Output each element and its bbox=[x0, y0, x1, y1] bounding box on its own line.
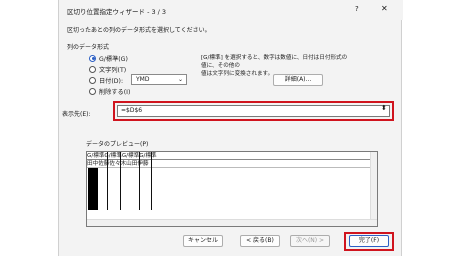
preview-data-row: 田中佐藤佐々木山田伊藤 bbox=[87, 160, 377, 168]
instruction-text: 区切ったあとの列のデータ形式を選択してください。 bbox=[67, 27, 211, 34]
next-button[interactable]: 次へ(N) > bbox=[290, 235, 330, 247]
advanced-button[interactable]: 詳細(A)... bbox=[273, 74, 323, 86]
column-format-title: 列のデータ形式 bbox=[67, 44, 110, 51]
radio-general[interactable]: G/標準(G) bbox=[89, 53, 128, 63]
radio-general-label: G/標準(G) bbox=[99, 55, 128, 63]
date-format-value: YMD bbox=[136, 76, 150, 83]
back-button[interactable]: < 戻る(B) bbox=[240, 235, 280, 247]
preview-column-divider bbox=[107, 152, 108, 210]
cancel-button[interactable]: キャンセル bbox=[183, 235, 223, 247]
radio-skip-label: 削除する(I) bbox=[99, 88, 131, 96]
preview-column-divider bbox=[120, 152, 121, 210]
radio-text[interactable]: 文字列(T) bbox=[89, 64, 126, 74]
radio-button-date[interactable] bbox=[89, 76, 96, 84]
destination-input[interactable]: =$D$6 bbox=[117, 105, 390, 117]
radio-date[interactable]: 日付(D): bbox=[89, 75, 123, 85]
finish-button[interactable]: 完了(F) bbox=[349, 235, 389, 247]
title-bar: 区切り位置指定ウィザード - 3 / 3 ? ✕ bbox=[59, 0, 403, 20]
preview-column-divider bbox=[139, 152, 140, 210]
preview-label: データのプレビュー(P) bbox=[86, 141, 149, 148]
radio-date-label: 日付(D): bbox=[99, 77, 124, 85]
radio-button-skip[interactable] bbox=[89, 87, 96, 95]
chevron-down-icon: ⌄ bbox=[177, 76, 183, 83]
preview-column-divider bbox=[151, 152, 152, 210]
preview-selected-column bbox=[88, 168, 98, 210]
preview-vertical-scrollbar[interactable] bbox=[370, 152, 377, 219]
date-format-select[interactable]: YMD ⌄ bbox=[131, 74, 187, 85]
preview-header-row: G/標準G/標準G/標準G/標準 bbox=[87, 152, 377, 160]
collapse-dialog-icon[interactable]: ⬍ bbox=[381, 104, 387, 112]
radio-button-general[interactable] bbox=[89, 54, 96, 62]
dialog-title: 区切り位置指定ウィザード - 3 / 3 bbox=[67, 8, 167, 16]
radio-skip[interactable]: 削除する(I) bbox=[89, 86, 130, 96]
format-info-line-1: [G/標準] を選択すると、数字は数値に、日付は日付形式の値に、その他の bbox=[201, 55, 348, 69]
preview-horizontal-scrollbar[interactable] bbox=[87, 219, 377, 226]
close-button[interactable]: ✕ bbox=[381, 4, 388, 13]
help-button[interactable]: ? bbox=[355, 5, 359, 13]
radio-button-text[interactable] bbox=[89, 65, 96, 73]
destination-label: 表示先(E): bbox=[62, 111, 91, 118]
data-preview-pane[interactable]: G/標準G/標準G/標準G/標準 田中佐藤佐々木山田伊藤 bbox=[86, 151, 378, 227]
radio-text-label: 文字列(T) bbox=[99, 66, 127, 74]
